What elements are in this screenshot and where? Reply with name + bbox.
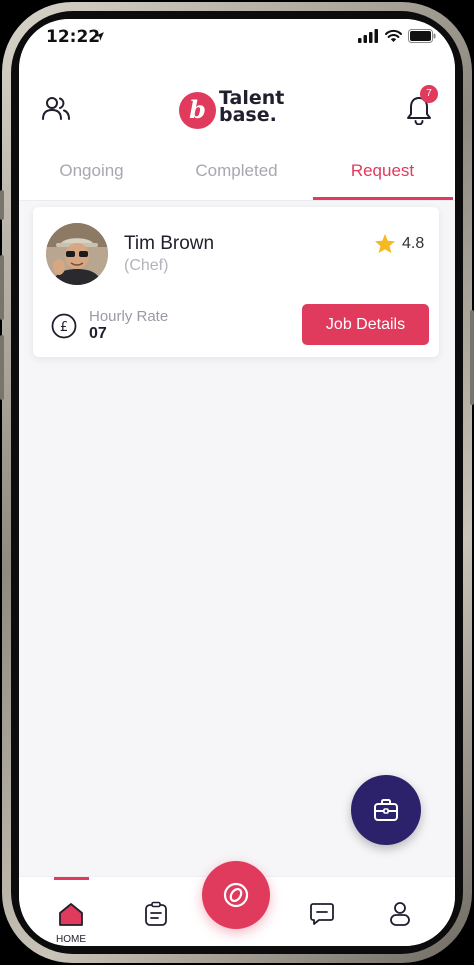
location-arrow-icon xyxy=(95,32,104,41)
notifications-button[interactable]: 7 xyxy=(405,85,438,129)
request-card[interactable]: Tim Brown (Chef) 4.8 £ Hourly Rate 07 Jo… xyxy=(33,207,439,357)
clipboard-icon xyxy=(145,901,167,926)
nav-profile[interactable] xyxy=(389,901,411,932)
nav-home-label: HOME xyxy=(56,934,86,945)
active-nav-indicator xyxy=(54,877,89,880)
brand-line-2: base. xyxy=(219,104,277,126)
brand-logo: b Talent base. xyxy=(179,89,299,130)
center-action-button[interactable] xyxy=(202,861,270,929)
status-time: 12:22 xyxy=(46,27,101,47)
nav-messages[interactable] xyxy=(309,901,335,932)
cellular-signal-icon xyxy=(358,29,378,43)
brand-wordmark: Talent base. xyxy=(219,89,299,126)
star-icon xyxy=(374,233,396,254)
pound-currency-icon: £ xyxy=(51,313,77,339)
nav-tasks[interactable] xyxy=(144,901,168,932)
job-status-tabs: Ongoing Completed Request xyxy=(19,145,455,201)
briefcase-icon xyxy=(374,799,398,821)
wifi-icon xyxy=(385,29,402,42)
app-header: b Talent base. 7 xyxy=(19,55,455,145)
notification-count-badge: 7 xyxy=(420,85,438,103)
avatar xyxy=(46,223,108,285)
brand-mark: b xyxy=(179,92,216,129)
job-details-button[interactable]: Job Details xyxy=(302,304,429,345)
hourly-rate-label: Hourly Rate xyxy=(89,308,169,325)
chat-icon xyxy=(310,903,334,925)
jobs-fab-button[interactable] xyxy=(351,775,421,845)
profile-icon xyxy=(390,902,410,926)
home-icon xyxy=(59,903,83,926)
app-screen: 12:22 b Talent base. 7 Ongoing Completed… xyxy=(19,19,455,946)
volume-up-button xyxy=(0,255,4,320)
power-button xyxy=(470,310,474,405)
tab-completed[interactable]: Completed xyxy=(164,145,309,201)
tab-ongoing[interactable]: Ongoing xyxy=(19,145,164,201)
hourly-rate-value: 07 xyxy=(89,325,107,342)
status-bar: 12:22 xyxy=(19,19,455,55)
avatar-image xyxy=(46,223,108,285)
volume-down-button xyxy=(0,335,4,400)
users-icon[interactable] xyxy=(41,95,71,121)
svg-text:£: £ xyxy=(60,320,68,335)
candidate-role: (Chef) xyxy=(124,257,169,274)
target-icon xyxy=(223,882,249,908)
battery-icon xyxy=(408,29,436,43)
candidate-rating: 4.8 xyxy=(402,235,425,252)
active-tab-indicator xyxy=(313,197,453,200)
candidate-name: Tim Brown xyxy=(124,233,215,254)
tab-request[interactable]: Request xyxy=(310,145,455,201)
mute-switch xyxy=(0,190,4,220)
nav-home[interactable] xyxy=(58,901,84,932)
